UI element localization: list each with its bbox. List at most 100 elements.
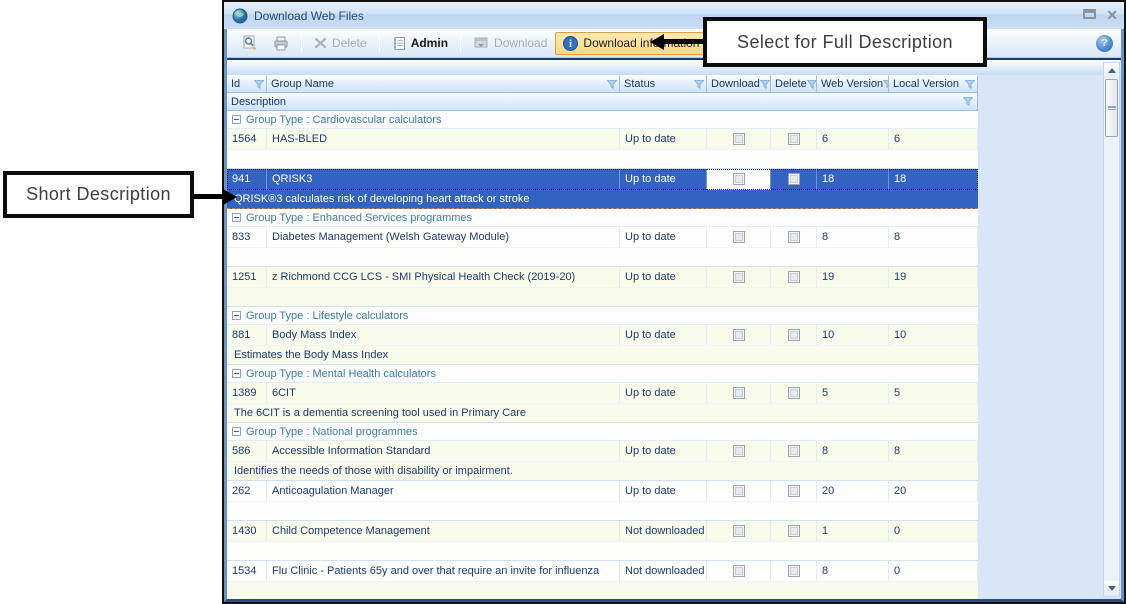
delete-cell[interactable] xyxy=(771,561,817,582)
group-header-row[interactable]: Group Type : Mental Health calculators xyxy=(227,365,978,383)
local-version-cell: 6 xyxy=(889,129,978,150)
column-header-local[interactable]: Local Version xyxy=(889,75,978,93)
download-cell[interactable] xyxy=(707,441,771,462)
collapse-minus-icon[interactable] xyxy=(232,115,241,124)
description-row[interactable] xyxy=(227,542,978,561)
print-preview-button[interactable] xyxy=(233,31,265,55)
delete-cell[interactable] xyxy=(771,481,817,502)
table-row-262[interactable]: 262Anticoagulation ManagerUp to date2020 xyxy=(227,481,978,502)
checkbox-icon xyxy=(733,173,745,185)
checkbox-icon xyxy=(733,525,745,537)
thumb-grip-icon xyxy=(1108,106,1116,110)
group-header-label: Group Type : Lifestyle calculators xyxy=(246,310,408,322)
table-row-1389[interactable]: 13896CITUp to date55 xyxy=(227,383,978,404)
filter-icon[interactable] xyxy=(963,97,973,106)
delete-cell[interactable] xyxy=(771,521,817,542)
column-header-delete[interactable]: Delete xyxy=(771,75,817,93)
web-version-cell: 18 xyxy=(817,169,889,190)
download-cell[interactable] xyxy=(707,227,771,248)
filter-icon[interactable] xyxy=(607,80,617,89)
admin-button[interactable]: Admin xyxy=(384,32,456,55)
scrollbar-thumb[interactable] xyxy=(1105,79,1118,137)
description-row[interactable] xyxy=(227,248,978,267)
checkbox-icon xyxy=(733,231,745,243)
delete-cell[interactable] xyxy=(771,129,817,150)
status-cell: Up to date xyxy=(620,129,707,150)
collapse-minus-icon[interactable] xyxy=(232,369,241,378)
delete-cell[interactable] xyxy=(771,169,817,190)
filter-icon[interactable] xyxy=(254,80,264,89)
group-name-cell: Anticoagulation Manager xyxy=(267,481,620,502)
group-header-row[interactable]: Group Type : National programmes xyxy=(227,423,978,441)
download-cell[interactable] xyxy=(707,481,771,502)
table-row-881[interactable]: 881Body Mass IndexUp to date1010 xyxy=(227,325,978,346)
download-cell[interactable] xyxy=(707,169,771,190)
description-row[interactable] xyxy=(227,502,978,521)
collapse-minus-icon[interactable] xyxy=(232,311,241,320)
print-preview-icon xyxy=(241,35,257,51)
description-header[interactable]: Description xyxy=(227,93,978,111)
column-header-download[interactable]: Download xyxy=(707,75,771,93)
table-row-586[interactable]: 586Accessible Information StandardUp to … xyxy=(227,441,978,462)
download-cell[interactable] xyxy=(707,383,771,404)
checkbox-icon xyxy=(733,133,745,145)
close-button[interactable]: ✕ xyxy=(1106,10,1118,20)
vertical-scrollbar[interactable] xyxy=(1103,62,1120,597)
checkbox-icon xyxy=(788,231,800,243)
status-cell: Up to date xyxy=(620,383,707,404)
download-cell[interactable] xyxy=(707,267,771,288)
description-row[interactable]: Identifies the needs of those with disab… xyxy=(227,462,978,481)
filter-icon[interactable] xyxy=(760,80,770,89)
collapse-minus-icon[interactable] xyxy=(232,213,241,222)
column-header-label: Download xyxy=(711,78,760,90)
scroll-down-button[interactable] xyxy=(1104,581,1119,596)
table-row-1564[interactable]: 1564HAS-BLEDUp to date66 xyxy=(227,129,978,150)
column-header-web[interactable]: Web Version xyxy=(817,75,889,93)
group-header-row[interactable]: Group Type : Enhanced Services programme… xyxy=(227,209,978,227)
delete-cell[interactable] xyxy=(771,383,817,404)
table-row-1251[interactable]: 1251z Richmond CCG LCS - SMI Physical He… xyxy=(227,267,978,288)
delete-cell[interactable] xyxy=(771,267,817,288)
web-version-cell: 1 xyxy=(817,521,889,542)
delete-button[interactable]: Delete xyxy=(306,32,375,54)
download-cell[interactable] xyxy=(707,129,771,150)
group-header-label: Group Type : Mental Health calculators xyxy=(246,368,436,380)
download-button[interactable]: Download xyxy=(465,32,555,54)
description-row[interactable] xyxy=(227,582,978,599)
scroll-up-button[interactable] xyxy=(1104,63,1119,78)
filter-icon[interactable] xyxy=(694,80,704,89)
description-row[interactable] xyxy=(227,150,978,169)
print-button[interactable] xyxy=(265,32,297,55)
description-row[interactable]: The 6CIT is a dementia screening tool us… xyxy=(227,404,978,423)
id-cell: 833 xyxy=(227,227,267,248)
description-row[interactable] xyxy=(227,288,978,307)
column-header-label: Web Version xyxy=(821,78,883,90)
delete-cell[interactable] xyxy=(771,441,817,462)
group-header-row[interactable]: Group Type : Cardiovascular calculators xyxy=(227,111,978,129)
callout-short-description: Short Description xyxy=(3,171,194,218)
download-cell[interactable] xyxy=(707,521,771,542)
id-cell: 262 xyxy=(227,481,267,502)
id-cell: 586 xyxy=(227,441,267,462)
filter-icon[interactable] xyxy=(965,80,975,89)
group-header-row[interactable]: Group Type : Lifestyle calculators xyxy=(227,307,978,325)
download-cell[interactable] xyxy=(707,325,771,346)
status-cell: Up to date xyxy=(620,481,707,502)
table-row-833[interactable]: 833Diabetes Management (Welsh Gateway Mo… xyxy=(227,227,978,248)
checkbox-icon xyxy=(788,525,800,537)
column-header-name[interactable]: Group Name xyxy=(267,75,620,93)
table-row-1430[interactable]: 1430Child Competence ManagementNot downl… xyxy=(227,521,978,542)
download-cell[interactable] xyxy=(707,561,771,582)
filter-icon[interactable] xyxy=(807,80,817,89)
collapse-minus-icon[interactable] xyxy=(232,427,241,436)
restore-button[interactable] xyxy=(1083,6,1096,24)
table-row-941[interactable]: 941QRISK3Up to date1818 xyxy=(227,169,978,190)
column-header-id[interactable]: Id xyxy=(227,75,267,93)
help-button[interactable]: ? xyxy=(1096,35,1113,52)
delete-cell[interactable] xyxy=(771,227,817,248)
delete-cell[interactable] xyxy=(771,325,817,346)
description-row[interactable]: Estimates the Body Mass Index xyxy=(227,346,978,365)
description-row[interactable]: QRISK®3 calculates risk of developing he… xyxy=(227,190,978,209)
table-row-1534[interactable]: 1534Flu Clinic - Patients 65y and over t… xyxy=(227,561,978,582)
column-header-status[interactable]: Status xyxy=(620,75,707,93)
